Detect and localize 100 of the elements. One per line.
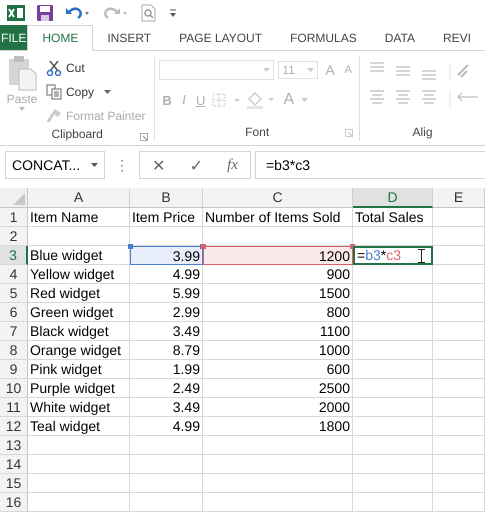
group-label: Font <box>245 125 270 139</box>
table-cell <box>433 265 485 284</box>
table-cell: 3.49 <box>130 398 203 417</box>
table-cell: Teal widget <box>28 417 130 436</box>
group-label: Clipboard <box>51 127 103 141</box>
table-cell: 3.99 <box>130 246 203 265</box>
table-cell <box>433 474 485 493</box>
row-header[interactable]: 9 <box>0 360 28 379</box>
table-cell <box>433 303 485 322</box>
ribbon-tab[interactable]: PAGE LAYOUT <box>165 25 276 50</box>
row-header[interactable]: 3 <box>0 246 28 265</box>
table-cell <box>433 398 485 417</box>
ribbon-tab[interactable]: HOME <box>27 25 94 51</box>
row-header[interactable]: 7 <box>0 322 28 341</box>
ribbon-tab[interactable]: DATA <box>370 25 429 50</box>
save-icon[interactable] <box>37 4 53 20</box>
table-cell <box>433 208 485 227</box>
column-header[interactable]: C <box>203 188 353 208</box>
ribbon-tab[interactable]: FORMULAS <box>276 25 371 50</box>
table-cell: White widget <box>28 398 130 417</box>
copy-button[interactable]: Copy <box>44 81 148 103</box>
column-header[interactable]: E <box>433 188 485 208</box>
print-preview-icon[interactable] <box>141 4 157 22</box>
select-all-icon[interactable] <box>13 193 25 205</box>
row-header[interactable]: 14 <box>0 455 28 474</box>
table-cell: Item Price <box>130 208 203 227</box>
table-cell: 4.99 <box>130 417 203 436</box>
table-cell <box>433 284 485 303</box>
row-header[interactable]: 11 <box>0 398 28 417</box>
insert-function-button[interactable]: fx <box>223 156 242 174</box>
file-tab[interactable]: FILE <box>0 25 28 50</box>
name-box[interactable]: CONCAT... <box>5 151 105 179</box>
table-cell: Total Sales <box>353 208 433 227</box>
table-cell <box>433 360 485 379</box>
table-cell: 1100 <box>203 322 353 341</box>
cancel-button[interactable]: ✕ <box>148 156 170 174</box>
table-cell: Pink widget <box>28 360 130 379</box>
table-cell: Green widget <box>28 303 130 322</box>
table-cell: Item Name <box>28 208 130 227</box>
table-cell: 1200 <box>203 246 353 265</box>
fill-color-icon[interactable] <box>246 91 276 109</box>
table-cell: 4.99 <box>130 265 203 284</box>
table-cell <box>433 436 485 455</box>
font-name-field[interactable] <box>159 60 274 80</box>
dialog-launcher-icon[interactable] <box>345 129 353 137</box>
row-header[interactable]: 8 <box>0 341 28 360</box>
dropdown-icon <box>104 90 112 94</box>
cut-button[interactable]: Cut <box>44 57 148 79</box>
row-header[interactable]: 16 <box>0 493 28 512</box>
dropdown-icon <box>263 68 270 72</box>
table-cell: 1500 <box>203 284 353 303</box>
dropdown-icon <box>19 107 25 111</box>
table-cell: 2000 <box>203 398 353 417</box>
table-cell <box>433 417 485 436</box>
copy-icon <box>46 84 62 100</box>
table-cell: Orange widget <box>28 341 130 360</box>
table-cell <box>433 246 485 265</box>
table-cell <box>433 379 485 398</box>
formula-input[interactable]: =b3*c3 <box>255 151 485 179</box>
row-header[interactable]: 5 <box>0 284 28 303</box>
row-header[interactable]: 13 <box>0 436 28 455</box>
column-header[interactable]: D <box>353 188 433 208</box>
table-cell: Black widget <box>28 322 130 341</box>
row-header[interactable]: 1 <box>0 208 28 227</box>
text-cursor-icon <box>418 248 425 262</box>
table-cell: 1000 <box>203 341 353 360</box>
table-cell: 2500 <box>203 379 353 398</box>
table-cell: 600 <box>203 360 353 379</box>
undo-icon[interactable] <box>65 4 91 20</box>
borders-icon[interactable] <box>212 92 242 108</box>
row-header[interactable]: 15 <box>0 474 28 493</box>
ribbon-tab[interactable]: REVI <box>428 25 485 50</box>
dialog-launcher-icon[interactable] <box>140 133 148 141</box>
formula-text: =b3*c3 <box>357 248 402 263</box>
customize-icon[interactable] <box>169 8 177 18</box>
table-cell: 8.79 <box>130 341 203 360</box>
table-cell: 3.49 <box>130 322 203 341</box>
row-header[interactable]: 2 <box>0 227 28 246</box>
editing-cell[interactable]: =b3*c3 <box>353 246 433 265</box>
table-cell <box>433 341 485 360</box>
row-header[interactable]: 10 <box>0 379 28 398</box>
table-cell: 1800 <box>203 417 353 436</box>
scissors-icon <box>46 60 62 76</box>
ribbon-tab[interactable]: INSERT <box>93 25 166 50</box>
dropdown-icon[interactable] <box>301 98 308 102</box>
table-cell <box>433 322 485 341</box>
grip-handle[interactable]: ⋮ <box>109 151 135 179</box>
redo-icon[interactable] <box>103 4 129 20</box>
table-cell: 800 <box>203 303 353 322</box>
row-header[interactable]: 6 <box>0 303 28 322</box>
table-cell: Yellow widget <box>28 265 130 284</box>
clipboard-icon <box>7 55 37 91</box>
column-header[interactable]: A <box>28 188 130 208</box>
column-header[interactable]: B <box>130 188 203 208</box>
table-cell: 1.99 <box>130 360 203 379</box>
enter-button[interactable]: ✓ <box>186 156 207 174</box>
row-header[interactable]: 12 <box>0 417 28 436</box>
row-header[interactable]: 4 <box>0 265 28 284</box>
brush-icon <box>46 108 62 124</box>
table-cell: 2.49 <box>130 379 203 398</box>
